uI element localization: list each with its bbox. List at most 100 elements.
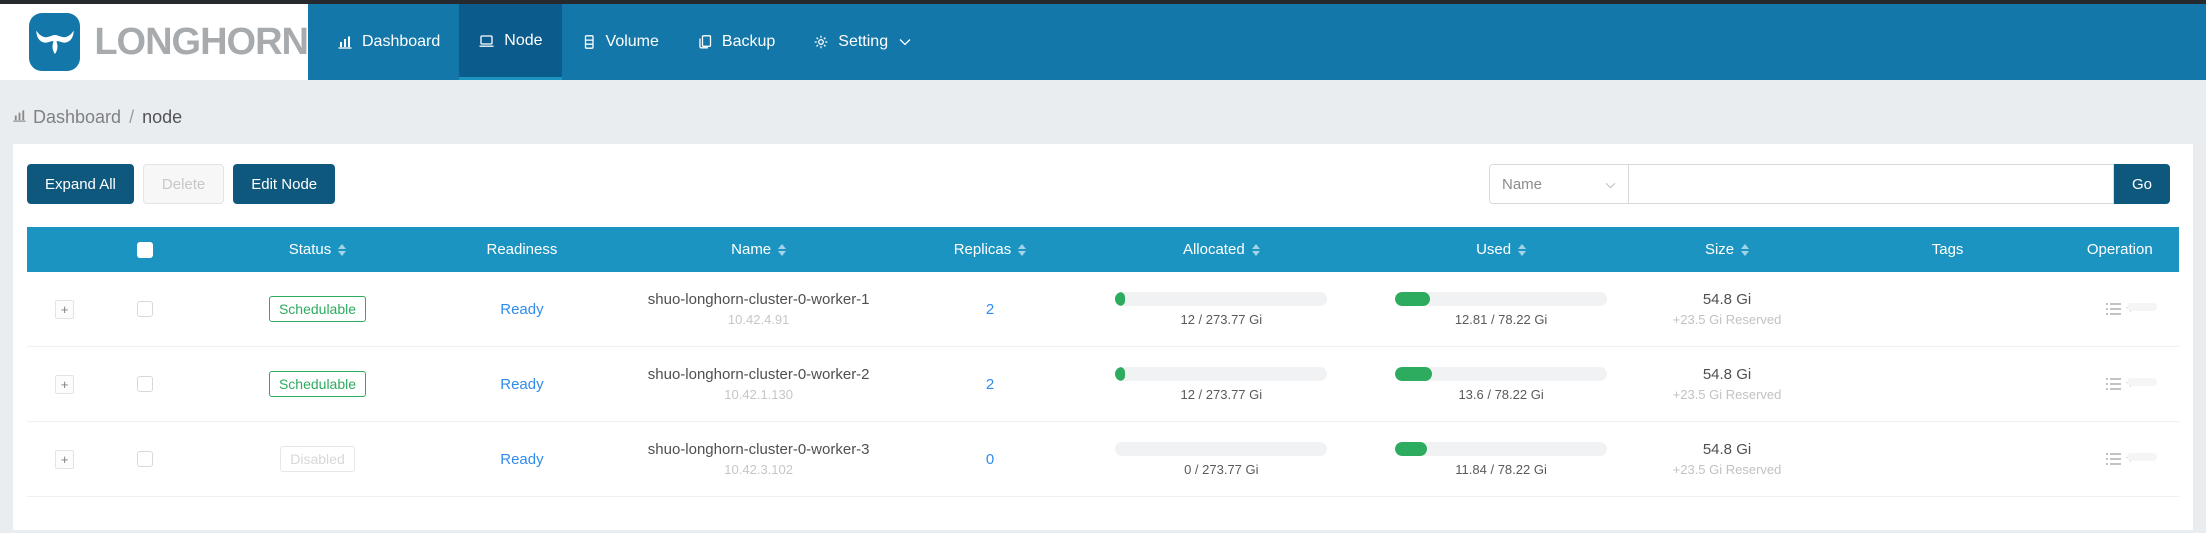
- operation-pill: [2127, 303, 2157, 311]
- used-label: 11.84 / 78.22 Gi: [1455, 462, 1547, 477]
- filter-field-select[interactable]: Name: [1489, 164, 1629, 204]
- sort-icons[interactable]: [1741, 244, 1749, 256]
- allocated-progress-bar: [1115, 292, 1327, 306]
- replicas-link[interactable]: 2: [986, 301, 994, 318]
- operation-pill: [2127, 378, 2157, 386]
- node-ip: 10.42.4.91: [648, 312, 870, 327]
- node-table: Status Readiness Name Replicas Allocated…: [27, 227, 2179, 497]
- go-button[interactable]: Go: [2114, 164, 2170, 204]
- node-ip: 10.42.1.130: [648, 387, 870, 402]
- brand-name: LONGHORN: [94, 21, 308, 64]
- expand-all-button[interactable]: Expand All: [27, 164, 134, 204]
- nav-item-backup[interactable]: Backup: [678, 4, 794, 80]
- readiness-link[interactable]: Ready: [500, 376, 543, 393]
- used-metric: 11.84 / 78.22 Gi: [1395, 442, 1607, 477]
- header-tags: Tags: [1835, 241, 2061, 258]
- nav-label: Setting: [838, 33, 888, 51]
- allocated-label: 12 / 273.77 Gi: [1180, 312, 1262, 327]
- allocated-label: 0 / 273.77 Gi: [1184, 462, 1258, 477]
- readiness-link[interactable]: Ready: [500, 451, 543, 468]
- breadcrumb-current: node: [142, 107, 182, 128]
- used-progress-bar: [1395, 367, 1607, 381]
- size-reserved-note: +23.5 Gi Reserved: [1673, 387, 1782, 402]
- table-row: + Schedulable Ready shuo-longhorn-cluste…: [27, 347, 2179, 422]
- allocated-label: 12 / 273.77 Gi: [1180, 387, 1262, 402]
- nav-item-dashboard[interactable]: Dashboard: [318, 4, 459, 80]
- delete-button[interactable]: Delete: [143, 164, 224, 204]
- header-name[interactable]: Name: [597, 241, 920, 258]
- nav-item-node[interactable]: Node: [459, 4, 561, 80]
- nav-label: Node: [504, 32, 542, 50]
- header-size[interactable]: Size: [1619, 241, 1834, 258]
- table-row: + Schedulable Ready shuo-longhorn-cluste…: [27, 272, 2179, 347]
- allocated-metric: 0 / 273.77 Gi: [1115, 442, 1327, 477]
- sort-icons[interactable]: [778, 244, 786, 256]
- expand-row-button[interactable]: +: [55, 300, 74, 319]
- sort-icons[interactable]: [338, 244, 346, 256]
- used-label: 13.6 / 78.22 Gi: [1458, 387, 1543, 402]
- main-nav: Dashboard Node Volume Backup Setting: [308, 4, 930, 80]
- header-operation: Operation: [2061, 241, 2179, 258]
- used-progress-bar: [1395, 292, 1607, 306]
- content-card: Expand All Delete Edit Node Name Go Stat…: [13, 144, 2193, 530]
- nav-label: Backup: [722, 33, 775, 51]
- row-checkbox[interactable]: [137, 451, 153, 467]
- size-value: 54.8 Gi: [1673, 366, 1782, 383]
- replicas-link[interactable]: 2: [986, 376, 994, 393]
- edit-node-button[interactable]: Edit Node: [233, 164, 335, 204]
- sort-icons[interactable]: [1518, 244, 1526, 256]
- filter-field-value: Name: [1502, 176, 1542, 193]
- bull-icon: [32, 17, 78, 68]
- header-used[interactable]: Used: [1383, 241, 1620, 258]
- expand-row-button[interactable]: +: [55, 450, 74, 469]
- status-badge: Disabled: [280, 446, 354, 472]
- used-metric: 12.81 / 78.22 Gi: [1395, 292, 1607, 327]
- status-badge: Schedulable: [269, 371, 366, 397]
- nav-label: Dashboard: [362, 33, 440, 51]
- breadcrumb-dashboard[interactable]: Dashboard: [33, 107, 121, 128]
- toolbar: Expand All Delete Edit Node Name Go: [27, 164, 2179, 204]
- expand-row-button[interactable]: +: [55, 375, 74, 394]
- size-reserved-note: +23.5 Gi Reserved: [1673, 312, 1782, 327]
- table-row: + Disabled Ready shuo-longhorn-cluster-0…: [27, 422, 2179, 497]
- header-status[interactable]: Status: [188, 241, 446, 258]
- header-allocated[interactable]: Allocated: [1060, 241, 1383, 258]
- readiness-link[interactable]: Ready: [500, 301, 543, 318]
- chevron-down-icon: [1605, 176, 1616, 193]
- node-name: shuo-longhorn-cluster-0-worker-2: [648, 366, 870, 383]
- brand-block[interactable]: LONGHORN: [0, 4, 308, 80]
- operation-pill: [2127, 453, 2157, 461]
- table-header-row: Status Readiness Name Replicas Allocated…: [27, 227, 2179, 272]
- used-metric: 13.6 / 78.22 Gi: [1395, 367, 1607, 402]
- node-name: shuo-longhorn-cluster-0-worker-1: [648, 291, 870, 308]
- bar-chart-icon: [12, 107, 27, 128]
- breadcrumb: Dashboard / node: [0, 80, 2206, 128]
- sort-icons[interactable]: [1018, 244, 1026, 256]
- row-checkbox[interactable]: [137, 376, 153, 392]
- header-readiness: Readiness: [447, 241, 598, 258]
- bar-chart-icon: [337, 34, 353, 50]
- size-value: 54.8 Gi: [1673, 441, 1782, 458]
- nav-label: Volume: [606, 33, 659, 51]
- allocated-progress-bar: [1115, 367, 1327, 381]
- used-label: 12.81 / 78.22 Gi: [1455, 312, 1548, 327]
- longhorn-logo: [29, 13, 80, 71]
- allocated-metric: 12 / 273.77 Gi: [1115, 292, 1327, 327]
- search-input[interactable]: [1629, 164, 2114, 204]
- select-all-checkbox[interactable]: [137, 242, 153, 258]
- volume-icon: [581, 34, 597, 50]
- backup-icon: [697, 34, 713, 50]
- header-replicas[interactable]: Replicas: [920, 241, 1060, 258]
- sort-icons[interactable]: [1252, 244, 1260, 256]
- used-progress-bar: [1395, 442, 1607, 456]
- replicas-link[interactable]: 0: [986, 451, 994, 468]
- node-name: shuo-longhorn-cluster-0-worker-3: [648, 441, 870, 458]
- nav-item-volume[interactable]: Volume: [562, 4, 678, 80]
- laptop-icon: [478, 33, 495, 49]
- size-value: 54.8 Gi: [1673, 291, 1782, 308]
- size-reserved-note: +23.5 Gi Reserved: [1673, 462, 1782, 477]
- nav-item-setting[interactable]: Setting: [794, 4, 930, 80]
- row-checkbox[interactable]: [137, 301, 153, 317]
- node-ip: 10.42.3.102: [648, 462, 870, 477]
- breadcrumb-separator: /: [127, 107, 136, 128]
